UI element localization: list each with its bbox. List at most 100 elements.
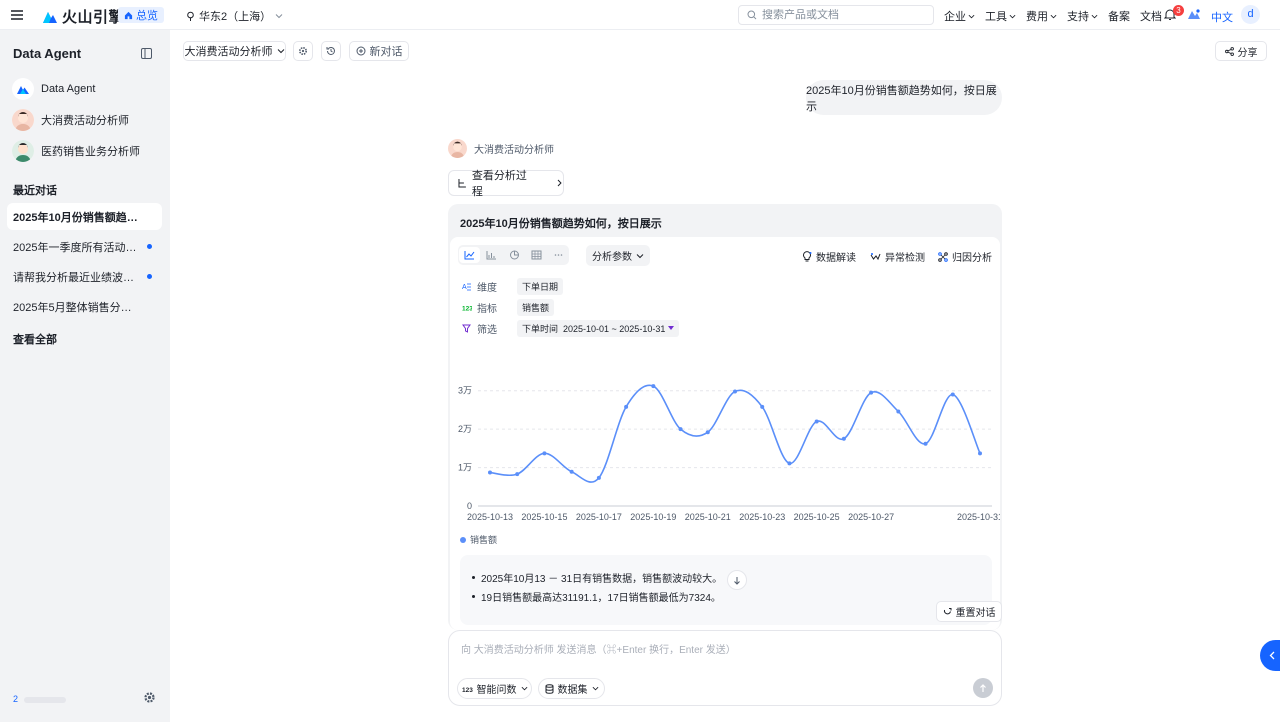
tool-label: 异常检测	[885, 253, 925, 264]
bar-chart-icon[interactable]	[481, 247, 502, 263]
reset-chat-label: 重置对话	[955, 608, 996, 619]
view-all-link[interactable]: 查看全部	[13, 331, 57, 347]
pie-chart-icon[interactable]	[503, 247, 524, 263]
cloud-icon[interactable]	[1187, 8, 1201, 20]
conversation-item[interactable]: 2025年10月份销售额趋势如何，按日展示	[7, 203, 162, 230]
send-button[interactable]	[973, 678, 993, 698]
share-button[interactable]: 分享	[1215, 41, 1267, 61]
sidebar-collapse-icon[interactable]	[141, 48, 152, 59]
summary-item: 19日销售额最高达31191.1，17日销售额最低为7324。	[472, 589, 721, 604]
sidebar-item-data-agent[interactable]: Data Agent	[12, 78, 95, 100]
data-point	[624, 404, 629, 409]
nav-filing[interactable]: 备案	[1108, 8, 1130, 24]
brand-logo[interactable]: 火山引擎	[42, 6, 124, 27]
nav-support[interactable]: 支持	[1067, 8, 1098, 24]
summary-item: 2025年10月13 － 31日有销售数据，销售额波动较大。	[472, 570, 722, 585]
reset-chat-button[interactable]: 重置对话	[936, 601, 1002, 622]
new-chat-button[interactable]: 新对话	[349, 41, 409, 61]
legend-label: 销售额	[470, 535, 498, 545]
message-input[interactable]	[461, 641, 981, 661]
smart-query-button[interactable]: 123 智能问数	[457, 678, 532, 699]
tool-label: 归因分析	[952, 253, 992, 264]
legend-swatch	[460, 536, 466, 543]
gear-icon	[298, 46, 308, 56]
data-point	[733, 389, 737, 394]
chevron-down-icon	[1009, 14, 1016, 18]
smart-query-label: 智能问数	[476, 685, 517, 696]
caret-down-icon	[668, 326, 675, 330]
chart-legend[interactable]: 销售额	[460, 533, 497, 546]
y-tick-label: 0	[467, 501, 472, 511]
location-icon	[187, 11, 194, 21]
nav-docs[interactable]: 文档	[1140, 8, 1162, 24]
region-label: 华东2（上海）	[199, 11, 272, 23]
y-tick-label: 3万	[458, 386, 472, 396]
dimension-tag[interactable]: 下单日期	[517, 278, 564, 295]
x-tick-label: 2025-10-31	[957, 512, 1000, 522]
attribution-button[interactable]: 归因分析	[938, 249, 992, 264]
notification-badge: 3	[1173, 5, 1184, 16]
data-point	[678, 427, 683, 432]
line-chart-icon[interactable]	[459, 247, 481, 263]
search-input[interactable]	[762, 9, 922, 21]
menu-icon[interactable]	[10, 8, 24, 22]
chevron-down-icon	[521, 686, 527, 691]
arrow-up-icon	[980, 683, 986, 692]
analysis-params-label: 分析参数	[592, 252, 632, 263]
sidebar-item-consumer-analyst[interactable]: 大消费活动分析师	[12, 109, 129, 131]
data-agent-logo-icon	[12, 78, 34, 100]
dimension-icon: A	[462, 283, 471, 291]
scroll-down-button[interactable]	[727, 570, 747, 590]
history-button[interactable]	[321, 41, 341, 61]
filter-row: 筛选 下单时间 2025-10-01 ~ 2025-10-31	[462, 320, 680, 337]
more-icon[interactable]	[548, 247, 569, 263]
gear-icon[interactable]	[143, 691, 156, 704]
conversation-item[interactable]: 请帮我分析最近业绩波动的原因	[7, 263, 162, 290]
nav-enterprise[interactable]: 企业	[944, 8, 975, 24]
sidebar-item-label: 大消费活动分析师	[41, 115, 129, 127]
nav-billing[interactable]: 费用	[1026, 8, 1057, 24]
chevron-left-icon	[1269, 651, 1275, 660]
overview-button[interactable]: 总览	[118, 7, 164, 23]
data-point	[705, 430, 710, 435]
metric-tag[interactable]: 销售额	[517, 299, 555, 316]
svg-text:123: 123	[462, 306, 472, 313]
brand-name: 火山引擎	[62, 9, 125, 26]
x-tick-label: 2025-10-17	[576, 512, 622, 522]
language-switch[interactable]: 中文	[1211, 9, 1233, 25]
settings-button[interactable]	[293, 41, 313, 61]
conversation-item[interactable]: 2025年5月整体销售分析报告	[7, 293, 162, 320]
summary-text: 2025年10月13 － 31日有销售数据，销售额波动较大。	[481, 574, 723, 585]
anomaly-detect-button[interactable]: 异常检测	[870, 249, 925, 264]
filter-label: 筛选	[477, 325, 497, 336]
unread-dot	[147, 244, 152, 249]
filter-tag[interactable]: 下单时间 2025-10-01 ~ 2025-10-31	[517, 320, 680, 337]
chevron-right-icon	[557, 179, 562, 187]
arrow-down-icon	[734, 576, 740, 585]
analysis-params-button[interactable]: 分析参数	[586, 245, 650, 266]
data-interpret-button[interactable]: 数据解读	[802, 249, 856, 264]
sidebar-item-pharma-analyst[interactable]: 医药销售业务分析师	[12, 140, 140, 162]
chevron-down-icon	[968, 14, 975, 18]
x-tick-label: 2025-10-13	[467, 512, 513, 522]
card-title: 2025年10月份销售额趋势如何，按日展示	[460, 218, 662, 230]
flow-icon	[458, 179, 466, 188]
unread-dot	[147, 274, 152, 279]
data-point	[978, 451, 982, 456]
conversation-item[interactable]: 2025年一季度所有活动复盘分析	[7, 233, 162, 260]
footer-bar	[24, 697, 66, 703]
nav-tools[interactable]: 工具	[985, 8, 1016, 24]
table-icon[interactable]	[526, 247, 547, 263]
svg-text:A: A	[462, 284, 467, 291]
dataset-button[interactable]: 数据集	[538, 678, 605, 699]
region-selector[interactable]: 华东2（上海）	[186, 8, 283, 24]
analysis-card: 2025年10月份销售额趋势如何，按日展示 分析参数 数据解读 异常检测 归因分…	[448, 204, 1002, 630]
analyst-avatar-icon	[12, 109, 34, 131]
search-box[interactable]	[738, 5, 934, 25]
message-composer: 123 智能问数 数据集	[448, 630, 1002, 706]
chevron-down-icon	[592, 686, 598, 691]
chart-type-switcher	[458, 245, 569, 265]
view-process-button[interactable]: 查看分析过程	[448, 170, 564, 198]
agent-select[interactable]: 大消费活动分析师	[183, 41, 286, 61]
user-avatar[interactable]: d	[1241, 5, 1260, 24]
